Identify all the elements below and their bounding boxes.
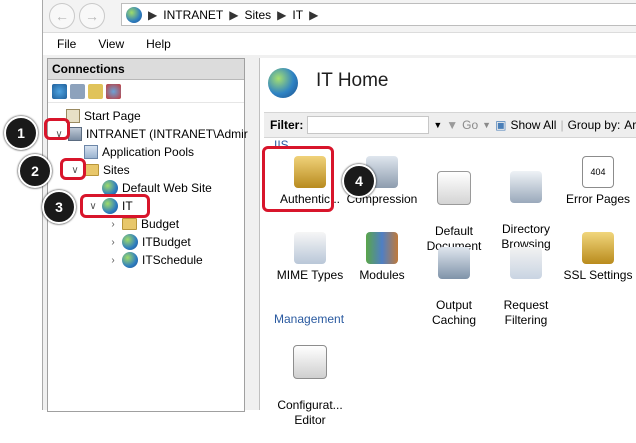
feature-label: Configurat... Editor [277, 398, 343, 427]
breadcrumb-it[interactable]: IT [292, 8, 303, 22]
back-button[interactable]: ← [49, 3, 75, 29]
callout-badge-4: 4 [342, 164, 376, 198]
breadcrumb-intranet[interactable]: INTRANET [163, 8, 223, 22]
output-caching-icon [438, 247, 470, 279]
group-by-label: Group by: [567, 118, 621, 132]
save-icon[interactable] [70, 83, 85, 99]
breadcrumb-arrow-icon: ▶ [148, 7, 158, 22]
callout-badge-3: 3 [42, 190, 76, 224]
connections-pane: Connections Start Page ∨ INTRANET (INTRA… [47, 58, 248, 412]
ssl-settings-icon [582, 232, 614, 264]
configuration-editor-icon [293, 345, 327, 379]
tree-label: Budget [141, 217, 180, 231]
section-management: Management [274, 312, 345, 326]
error-pages-icon: 404 [582, 156, 614, 188]
tree-item-start-page[interactable]: Start Page [66, 107, 141, 125]
tree-label: ITBudget [142, 235, 191, 249]
filter-dropdown-icon[interactable]: ▼ [433, 120, 442, 130]
menu-view[interactable]: View [84, 37, 132, 51]
go-button[interactable]: Go [462, 118, 478, 132]
go-funnel-icon[interactable]: ▼ [446, 118, 458, 132]
callout-badge-1: 1 [4, 116, 38, 150]
feature-configuration-editor[interactable]: Configurat... Editor [274, 330, 346, 443]
directory-browsing-icon [510, 171, 542, 203]
filter-label: Filter: [270, 118, 304, 132]
feature-mime-types[interactable]: MIME Types [274, 232, 346, 283]
tree-label: Application Pools [102, 145, 195, 159]
feature-label: SSL Settings [563, 268, 633, 282]
request-filtering-icon [510, 247, 542, 279]
breadcrumb-sites[interactable]: Sites [244, 8, 271, 22]
feature-output-caching[interactable]: Output Caching [418, 232, 490, 343]
breadcrumb-arrow-icon: ▶ [277, 7, 287, 22]
connections-title: Connections [48, 59, 244, 80]
feature-label: Output Caching [431, 298, 477, 327]
address-bar-region: ← → ▶ INTRANET ▶ Sites ▶ IT ▶ [43, 0, 636, 33]
modules-icon [366, 232, 398, 264]
tree-label: ITSchedule [142, 253, 203, 267]
menu-file[interactable]: File [43, 37, 84, 51]
tree-item-itschedule[interactable]: › ITSchedule [108, 251, 203, 269]
feature-error-pages[interactable]: 404 Error Pages [562, 156, 634, 207]
go-dropdown-icon[interactable]: ▼ [482, 120, 491, 130]
tree-label: Default Web Site [122, 181, 212, 195]
feature-ssl-settings[interactable]: SSL Settings [562, 232, 634, 283]
menu-help[interactable]: Help [132, 37, 179, 51]
highlight-authentication [262, 146, 334, 212]
features-view: IT Home Filter: ▼ ▼ Go ▼ ▣ Show All | Gr… [259, 58, 636, 427]
forward-button[interactable]: → [79, 3, 105, 29]
mime-types-icon [294, 232, 326, 264]
feature-request-filtering[interactable]: Request Filtering [490, 232, 562, 343]
show-all-icon[interactable]: ▣ [495, 118, 506, 132]
feature-label: MIME Types [276, 268, 344, 282]
group-by-select[interactable]: Ar [624, 118, 636, 132]
app-pools-icon [84, 145, 98, 159]
tree-item-application-pools[interactable]: Application Pools [84, 143, 194, 161]
breadcrumb-arrow-icon: ▶ [309, 7, 319, 22]
feature-label: Error Pages [565, 192, 631, 206]
feature-modules[interactable]: Modules [346, 232, 418, 283]
callout-badge-2: 2 [18, 154, 52, 188]
highlight-expand-sites [60, 158, 86, 180]
connections-toolbar [48, 80, 244, 103]
chevron-right-icon[interactable]: › [108, 237, 118, 248]
address-bar[interactable]: ▶ INTRANET ▶ Sites ▶ IT ▶ [121, 3, 636, 26]
menu-bar: File View Help [43, 33, 636, 55]
show-all-button[interactable]: Show All [510, 118, 556, 132]
globe-icon [126, 6, 142, 23]
chevron-right-icon[interactable]: › [108, 219, 118, 230]
default-document-icon [437, 171, 471, 205]
server-icon [68, 127, 82, 141]
page-title: IT Home [316, 70, 389, 91]
connect-icon[interactable] [52, 83, 67, 99]
highlight-expand-intranet [44, 118, 70, 140]
sites-icon [84, 164, 99, 176]
feature-label: Request Filtering [503, 298, 549, 327]
folder-icon [122, 218, 137, 230]
toolbar-separator: | [560, 118, 564, 132]
up-folder-icon[interactable] [88, 83, 103, 99]
tree-label: Start Page [84, 109, 141, 123]
site-globe-icon [268, 68, 298, 98]
disconnect-icon[interactable] [106, 83, 121, 99]
tree-label: INTRANET (INTRANET\Admir [86, 127, 248, 141]
filter-bar: Filter: ▼ ▼ Go ▼ ▣ Show All | Group by: … [264, 112, 636, 138]
chevron-right-icon[interactable]: › [108, 255, 118, 266]
globe-icon [122, 234, 138, 250]
breadcrumb-arrow-icon: ▶ [229, 7, 239, 22]
feature-label: Modules [359, 268, 405, 282]
globe-icon [122, 252, 138, 268]
tree-item-itbudget[interactable]: › ITBudget [108, 233, 191, 251]
highlight-it-site [80, 194, 150, 218]
filter-input[interactable] [307, 116, 430, 134]
tree-item-intranet[interactable]: ∨ INTRANET (INTRANET\Admir [54, 125, 248, 143]
tree-label: Sites [103, 163, 130, 177]
